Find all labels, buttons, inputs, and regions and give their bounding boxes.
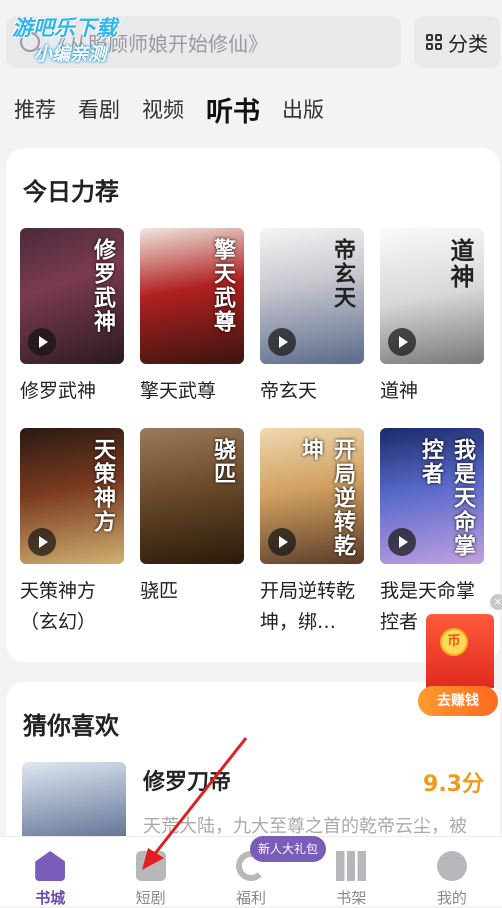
guess-book-title[interactable]: 修罗刀帝: [143, 764, 231, 796]
book-item[interactable]: 天策神方 天策神方（玄幻）: [20, 428, 124, 638]
book-title: 擎天武尊: [140, 380, 217, 402]
book-cover[interactable]: 修罗武神: [20, 228, 124, 364]
play-icon[interactable]: [268, 528, 296, 556]
channel-tabs: 推荐 看剧 视频 听书 出版: [0, 84, 502, 134]
book-cover[interactable]: 帝玄天: [260, 228, 364, 364]
coin-icon: 币: [440, 628, 468, 656]
nav-short-drama[interactable]: 短剧: [100, 837, 200, 907]
guess-book-desc: 天荒大陆，九大至尊之首的乾帝云尘，被: [143, 816, 467, 837]
book-item[interactable]: 擎天武尊 擎天武尊: [140, 228, 244, 407]
category-button[interactable]: 分类: [414, 16, 500, 68]
cover-text: 修罗武神: [90, 238, 115, 334]
tab-audiobook[interactable]: 听书: [206, 90, 260, 129]
book-title: 骁匹: [140, 580, 179, 602]
tab-recommend[interactable]: 推荐: [14, 94, 56, 124]
guess-title: 猜你喜欢: [23, 712, 119, 740]
search-input[interactable]: 《从照顾师娘开始修仙》: [6, 16, 401, 68]
cover-text: 帝玄天: [330, 238, 355, 310]
category-label: 分类: [448, 31, 488, 56]
nav-label: 短剧: [135, 889, 166, 907]
book-title: 天策神方（玄幻）: [20, 580, 97, 633]
play-icon[interactable]: [28, 328, 56, 356]
search-placeholder: 《从照顾师娘开始修仙》: [48, 31, 268, 56]
new-user-gift-badge[interactable]: 新人大礼包: [250, 836, 326, 862]
book-cover[interactable]: 我是天命掌控者: [380, 428, 484, 564]
play-icon[interactable]: [268, 328, 296, 356]
book-title: 修罗武神: [20, 380, 97, 402]
book-title: 开局逆转乾坤，绑…: [260, 580, 356, 633]
book-item[interactable]: 帝玄天 帝玄天: [260, 228, 364, 407]
cover-text: 天策神方: [90, 438, 115, 534]
book-item[interactable]: 开局逆转乾坤 开局逆转乾坤，绑…: [260, 428, 364, 638]
top-bar: 《从照顾师娘开始修仙》 游吧乐下载 小编亲测 分类: [0, 0, 502, 84]
cover-text: 开局逆转乾坤: [298, 438, 355, 558]
cover-text: 我是天命掌控者: [418, 438, 475, 558]
book-item[interactable]: 我是天命掌控者 我是天命掌控者: [380, 428, 484, 638]
today-picks-title: 今日力荐: [23, 178, 119, 206]
play-icon[interactable]: [388, 328, 416, 356]
nav-bookstore[interactable]: 书城: [0, 837, 100, 907]
book-title: 帝玄天: [260, 380, 318, 402]
home-icon: [35, 851, 66, 881]
cover-text: 擎天武尊: [210, 238, 235, 334]
nav-label: 福利: [236, 889, 267, 907]
book-cover[interactable]: 道神: [380, 228, 484, 364]
nav-label: 我的: [436, 889, 467, 907]
nav-mine[interactable]: 我的: [402, 837, 502, 907]
book-item[interactable]: 骁匹 骁匹: [140, 428, 244, 607]
book-cover[interactable]: 开局逆转乾坤: [260, 428, 364, 564]
cover-text: 道神: [446, 238, 474, 290]
earn-money-float[interactable]: × 币 去赚钱: [418, 594, 502, 716]
book-cover[interactable]: 骁匹: [140, 428, 244, 564]
book-item[interactable]: 道神 道神: [380, 228, 484, 407]
profile-icon: [436, 851, 467, 881]
earn-money-button[interactable]: 去赚钱: [418, 686, 498, 716]
book-cover[interactable]: 擎天武尊: [140, 228, 244, 364]
play-icon[interactable]: [28, 528, 56, 556]
tab-publish[interactable]: 出版: [282, 94, 324, 124]
nav-label: 书城: [35, 889, 66, 907]
today-picks-card: 今日力荐 修罗武神 修罗武神 擎天武尊 擎天武尊 帝玄天 帝玄天 道神 道神 天…: [6, 148, 500, 662]
close-icon[interactable]: ×: [490, 594, 502, 610]
shelf-icon: [336, 851, 367, 881]
grid-icon: [426, 34, 442, 50]
nav-label: 书架: [336, 889, 367, 907]
play-icon[interactable]: [388, 528, 416, 556]
drama-icon: [135, 851, 166, 881]
tab-watch-drama[interactable]: 看剧: [78, 94, 120, 124]
book-cover[interactable]: 天策神方: [20, 428, 124, 564]
book-item[interactable]: 修罗武神 修罗武神: [20, 228, 124, 407]
cover-text: 骁匹: [210, 438, 235, 486]
guess-book-score: 9.3分: [423, 772, 484, 797]
book-title: 道神: [380, 380, 419, 402]
tab-video[interactable]: 视频: [142, 94, 184, 124]
search-icon: [20, 32, 40, 52]
